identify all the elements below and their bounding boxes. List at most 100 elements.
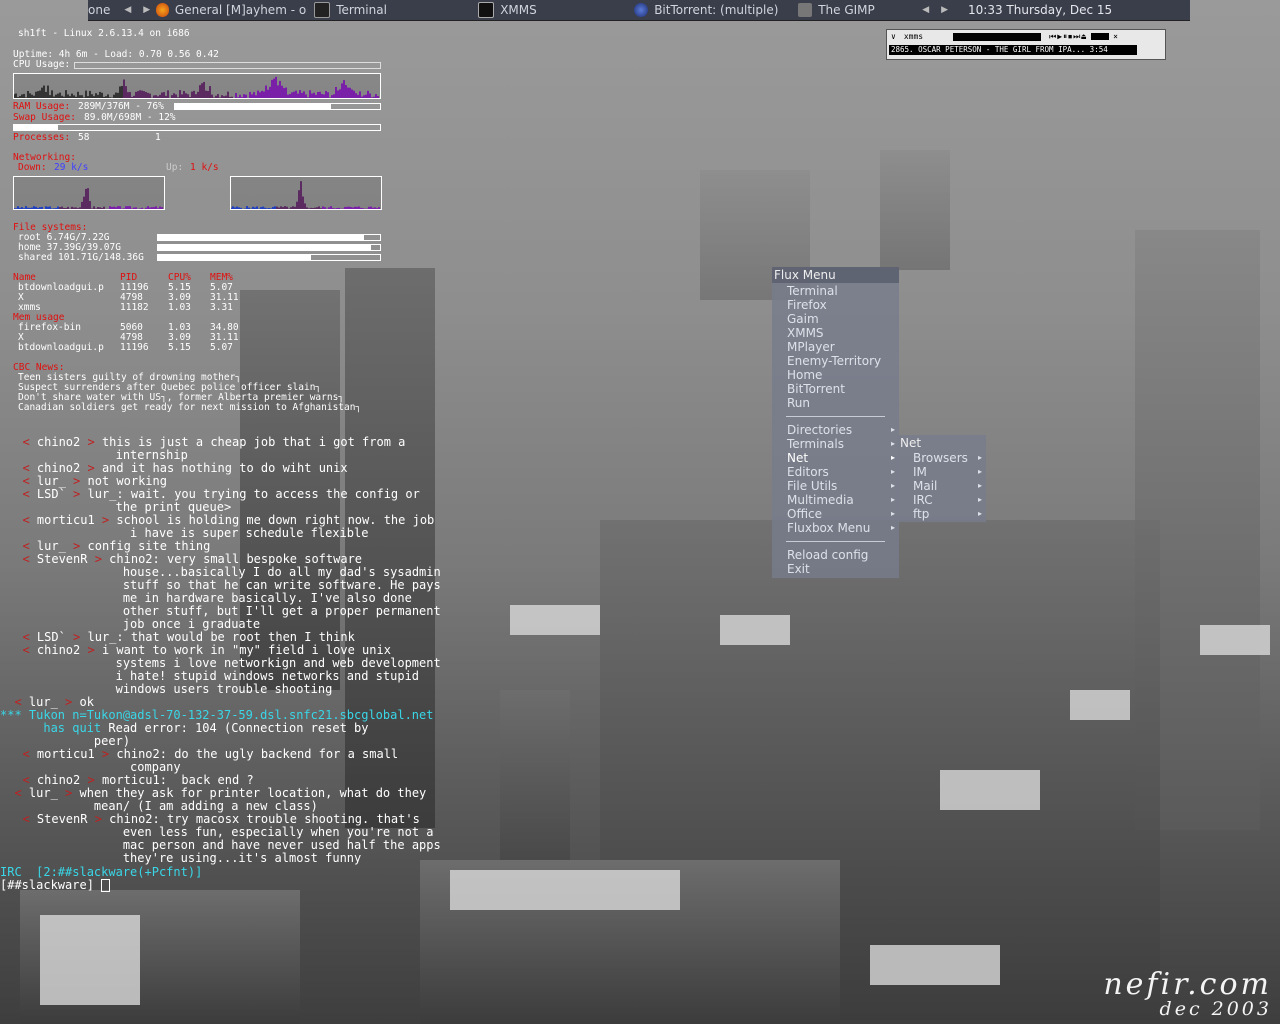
flux-menu: Flux Menu Terminal Firefox Gaim XMMS MPlayer… <box>772 267 899 578</box>
menu-item[interactable]: IRC ▸ <box>898 493 986 507</box>
submenu-arrow-icon: ▸ <box>890 495 895 504</box>
irc-message: stuff so that he can write software. He … <box>122 578 441 592</box>
irc-input[interactable]: [##slackware] <box>0 879 111 892</box>
menu-item[interactable]: Browsers ▸ <box>898 451 986 465</box>
irc-message: they're using...it's almost funny <box>122 851 362 865</box>
menu-item[interactable]: Terminals ▸ <box>772 437 899 451</box>
task-item[interactable]: one <box>88 3 110 17</box>
menu-item[interactable]: Multimedia ▸ <box>772 493 899 507</box>
menu-item[interactable]: Office ▸ <box>772 507 899 521</box>
menu-item[interactable]: Home <box>772 368 899 382</box>
irc-nick: StevenR <box>36 812 88 826</box>
irc-nick: LSD` <box>36 630 66 644</box>
irc-message: the print queue> <box>115 500 232 514</box>
menu-item-label: File Utils <box>787 479 838 493</box>
firefox-icon <box>156 3 169 17</box>
workspace-next-icon[interactable]: ▶ <box>941 5 948 15</box>
xmms-volume[interactable] <box>1091 33 1110 40</box>
xmms-title: xmms <box>903 32 924 41</box>
xmms-player[interactable]: ∨ xmms ⏮▶⏸⏹⏭⏏ × 2865. OSCAR PETERSON - T… <box>886 29 1166 60</box>
news-item[interactable]: Canadian soldiers get ready for next mis… <box>18 403 361 413</box>
menu-item[interactable]: Exit <box>772 562 899 576</box>
fs-shared-bar <box>157 254 381 261</box>
menu-item[interactable]: BitTorrent <box>772 382 899 396</box>
prev-arrow-icon[interactable]: ◀ <box>124 5 131 15</box>
task-item-xmms[interactable]: XMMS <box>478 2 626 18</box>
bittorrent-icon <box>634 3 649 17</box>
irc-quit-label: has quit <box>43 721 102 735</box>
process-cell: firefox-bin <box>18 322 81 333</box>
menu-item-label: Gaim <box>787 312 819 326</box>
menu-item-label: Fluxbox Menu <box>787 521 871 535</box>
irc-message: lur_: wait. you trying to access the con… <box>87 487 420 501</box>
song-title: 2865. OSCAR PETERSON - THE GIRL FROM IPA… <box>889 45 1137 55</box>
xmms-menu-icon[interactable]: ∨ <box>891 32 896 41</box>
up-value: 1 k/s <box>190 162 219 173</box>
task-item-gimp[interactable]: The GIMP <box>798 3 908 17</box>
menu-item[interactable]: Gaim <box>772 312 899 326</box>
irc-message: chino2: very small bespoke software <box>109 552 363 566</box>
xmms-controls[interactable]: ⏮▶⏸⏹⏭⏏ <box>1049 32 1087 42</box>
irc-chat-log: < chino2 > this is just a cheap job that… <box>0 436 500 865</box>
submenu-arrow-icon: ▸ <box>890 425 895 434</box>
irc-nick: StevenR <box>36 552 88 566</box>
irc-message: mean/ (I am adding a new class) <box>93 799 318 813</box>
menu-item[interactable]: MPlayer <box>772 340 899 354</box>
task-item-terminal[interactable]: Terminal <box>314 2 470 18</box>
visualizer <box>953 32 1042 41</box>
irc-message: other stuff, but I'll get a proper perma… <box>122 604 441 618</box>
menu-item[interactable]: IM ▸ <box>898 465 986 479</box>
task-item-firefox[interactable]: General [M]ayhem - o <box>156 3 306 17</box>
menu-item-label: Enemy-Territory <box>787 354 882 368</box>
menu-item[interactable]: Mail ▸ <box>898 479 986 493</box>
irc-nick: morticu1 <box>36 513 95 527</box>
close-icon[interactable]: × <box>1113 32 1118 41</box>
fs-home-bar <box>157 244 381 251</box>
submenu-arrow-icon: ▸ <box>890 509 895 518</box>
process-cell: btdownloadgui.p <box>18 282 104 293</box>
taskbar: one ◀ ▶ General [M]ayhem - o Terminal XM… <box>88 0 1190 21</box>
irc-message: chino2: do the ugly backend for a small <box>116 747 399 761</box>
irc-nick: LSD` <box>36 487 66 501</box>
down-label: Down: <box>18 162 47 173</box>
menu-item[interactable]: Terminal <box>772 284 899 298</box>
swap-value: 89.0M/698M - 12% <box>84 112 176 123</box>
irc-nick: lur_ <box>28 695 58 709</box>
menu-item[interactable]: Run <box>772 396 899 410</box>
swap-bar <box>13 124 381 131</box>
menu-item[interactable]: Directories ▸ <box>772 423 899 437</box>
submenu-arrow-icon: ▸ <box>890 453 895 462</box>
menu-item[interactable]: Fluxbox Menu ▸ <box>772 521 899 535</box>
menu-item-label: BitTorrent <box>787 382 845 396</box>
irc-nick: chino2 <box>36 435 81 449</box>
next-arrow-icon[interactable]: ▶ <box>143 5 150 15</box>
signature: nefir.com dec 2003 <box>1103 967 1272 1020</box>
irc-message: job once i graduate <box>122 617 261 631</box>
menu-item[interactable]: ftp ▸ <box>898 507 986 521</box>
menu-item[interactable]: Reload config <box>772 548 899 562</box>
menu-item[interactable]: Editors ▸ <box>772 465 899 479</box>
menu-item-label: Mail <box>913 479 938 493</box>
irc-nick: chino2 <box>36 461 81 475</box>
task-item-bittorrent[interactable]: BitTorrent: (multiple) <box>634 3 790 17</box>
workspace-prev-icon[interactable]: ◀ <box>922 5 929 15</box>
irc-message: windows users trouble shooting <box>115 682 333 696</box>
menu-item[interactable]: Firefox <box>772 298 899 312</box>
clock: 10:33 Thursday, Dec 15 <box>968 3 1113 17</box>
process-cell: 5.15 <box>168 342 191 353</box>
submenu-arrow-icon: ▸ <box>890 523 895 532</box>
download-graph <box>13 176 165 210</box>
irc-nick: chino2 <box>36 773 81 787</box>
menu-item-label: Home <box>787 368 823 382</box>
menu-item[interactable]: XMMS <box>772 326 899 340</box>
conky-header: sh1ft - Linux 2.6.13.4 on i686 <box>18 28 190 39</box>
menu-item[interactable]: Enemy-Territory <box>772 354 899 368</box>
irc-message: school is holding me down right now. the… <box>116 513 435 527</box>
process-cell: 11182 <box>120 302 149 313</box>
menu-item[interactable]: Net ▸ <box>772 451 899 465</box>
upload-graph <box>230 176 382 210</box>
fs-root-bar <box>157 234 381 241</box>
irc-message: even less fun, especially when you're no… <box>122 825 434 839</box>
menu-item[interactable]: File Utils ▸ <box>772 479 899 493</box>
irc-message: chino2: try macosx trouble shooting. tha… <box>109 812 420 826</box>
